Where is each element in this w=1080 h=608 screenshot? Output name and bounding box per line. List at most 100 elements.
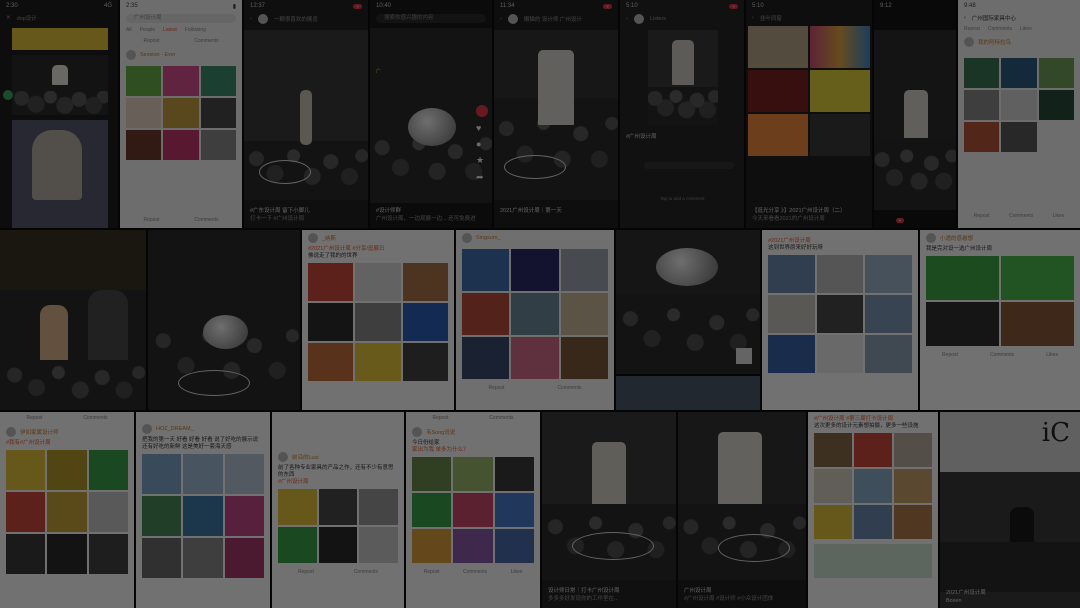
back-icon[interactable]: ‹ — [500, 16, 502, 22]
avatar[interactable] — [633, 14, 644, 24]
comment-input[interactable] — [644, 162, 734, 169]
add-comment-hint[interactable]: Tap to add a comment — [660, 196, 705, 201]
grid-image[interactable] — [854, 469, 892, 503]
grid-image[interactable] — [88, 492, 128, 532]
follow-badge[interactable]: + — [353, 3, 362, 9]
grid-image[interactable] — [412, 493, 452, 527]
grid-image[interactable] — [926, 256, 999, 300]
grid-image[interactable] — [200, 98, 236, 128]
grid-image[interactable] — [47, 450, 87, 490]
repost-button[interactable]: Repost — [488, 385, 504, 391]
repost-button[interactable]: Repost — [942, 352, 958, 358]
follow-badge[interactable]: + — [729, 3, 738, 9]
grid-image[interactable] — [926, 302, 999, 346]
post-image[interactable] — [648, 30, 718, 125]
tab-all[interactable]: All — [126, 27, 132, 33]
like-icon[interactable]: ♥ — [476, 123, 488, 133]
grid-image[interactable] — [816, 295, 864, 333]
grid-image[interactable] — [865, 295, 912, 333]
post-image[interactable] — [874, 30, 956, 210]
grid-image[interactable] — [163, 130, 199, 160]
likes-button[interactable]: Likes — [1046, 352, 1058, 358]
grid-image[interactable] — [511, 337, 559, 379]
grid-image[interactable] — [964, 122, 1000, 152]
grid-image[interactable] — [126, 66, 162, 96]
repost-button[interactable]: Repost — [143, 38, 159, 44]
post-image[interactable] — [542, 412, 676, 580]
grid-image[interactable] — [47, 492, 87, 532]
grid-image[interactable] — [560, 293, 608, 335]
repost-button[interactable]: Repost — [143, 217, 159, 223]
grid-image[interactable] — [308, 263, 354, 301]
repost-button[interactable]: Repost — [974, 213, 990, 219]
grid-image[interactable] — [183, 538, 223, 578]
tab-comments[interactable]: Comments — [988, 26, 1012, 32]
repost-button[interactable]: Repost — [298, 569, 314, 575]
grid-image[interactable] — [894, 505, 932, 539]
grid-image[interactable] — [748, 70, 808, 112]
grid-image[interactable] — [224, 496, 264, 536]
avatar[interactable] — [964, 37, 974, 47]
grid-image[interactable] — [462, 337, 510, 379]
avatar[interactable] — [476, 105, 488, 117]
grid-image[interactable] — [355, 343, 401, 381]
grid-image[interactable] — [748, 26, 808, 68]
username[interactable]: 前沿的Lusi — [292, 453, 319, 461]
grid-image[interactable] — [142, 538, 182, 578]
grid-image[interactable] — [462, 249, 510, 291]
grid-image[interactable] — [126, 130, 162, 160]
grid-image[interactable] — [1038, 58, 1074, 88]
back-icon[interactable]: ‹ — [964, 15, 966, 21]
grid-image[interactable] — [359, 527, 398, 563]
avatar[interactable] — [278, 452, 288, 462]
grid-image[interactable] — [494, 457, 534, 491]
avatar[interactable] — [412, 427, 422, 437]
grid-image[interactable] — [453, 529, 493, 563]
grid-image[interactable] — [142, 454, 182, 494]
grid-image[interactable] — [768, 295, 815, 333]
star-icon[interactable]: ★ — [476, 155, 488, 166]
grid-image[interactable] — [494, 493, 534, 527]
username[interactable]: 我的阿特拉鸟 — [978, 38, 1011, 46]
comments-button[interactable]: Comments — [1009, 213, 1033, 219]
tab-latest[interactable]: Latest — [163, 27, 177, 33]
grid-image[interactable] — [1001, 90, 1037, 120]
grid-image[interactable] — [1001, 58, 1037, 88]
avatar[interactable] — [6, 427, 16, 437]
grid-image[interactable] — [412, 457, 452, 491]
grid-image[interactable] — [308, 343, 354, 381]
grid-image[interactable] — [412, 529, 452, 563]
grid-image[interactable] — [318, 527, 358, 563]
location-map[interactable] — [814, 544, 932, 578]
repost-button[interactable]: Repost — [432, 415, 448, 421]
grid-image[interactable] — [200, 66, 236, 96]
avatar[interactable] — [126, 50, 136, 60]
grid-image[interactable] — [278, 489, 317, 525]
grid-image[interactable] — [278, 527, 317, 563]
grid-image[interactable] — [894, 469, 932, 503]
grid-image[interactable] — [224, 454, 264, 494]
avatar[interactable] — [507, 14, 518, 24]
post-hashtags[interactable]: #广州设计周 — [272, 479, 404, 486]
username[interactable]: Session - Ever — [140, 52, 176, 58]
likes-button[interactable]: Likes — [1053, 213, 1065, 219]
grid-image[interactable] — [126, 98, 162, 128]
grid-image[interactable] — [47, 534, 87, 574]
search-input[interactable]: 搜索你感兴趣的内容 — [376, 14, 486, 23]
grid-image[interactable] — [1001, 122, 1037, 152]
username[interactable]: Singsum_ — [476, 235, 500, 241]
avatar[interactable] — [257, 14, 268, 24]
back-icon[interactable]: ‹ — [752, 15, 754, 21]
comments-button[interactable]: Comments — [354, 569, 378, 575]
grid-image[interactable] — [6, 450, 46, 490]
comments-button[interactable]: Comments — [194, 38, 218, 44]
repost-button[interactable]: Repost — [26, 415, 42, 421]
grid-image[interactable] — [865, 255, 912, 293]
grid-image[interactable] — [355, 263, 401, 301]
grid-image[interactable] — [6, 534, 46, 574]
grid-image[interactable] — [453, 493, 493, 527]
grid-image[interactable] — [964, 58, 1000, 88]
grid-image[interactable] — [894, 433, 932, 467]
username[interactable]: 伊如家属设计师 — [20, 428, 59, 436]
post-image[interactable] — [244, 30, 368, 200]
